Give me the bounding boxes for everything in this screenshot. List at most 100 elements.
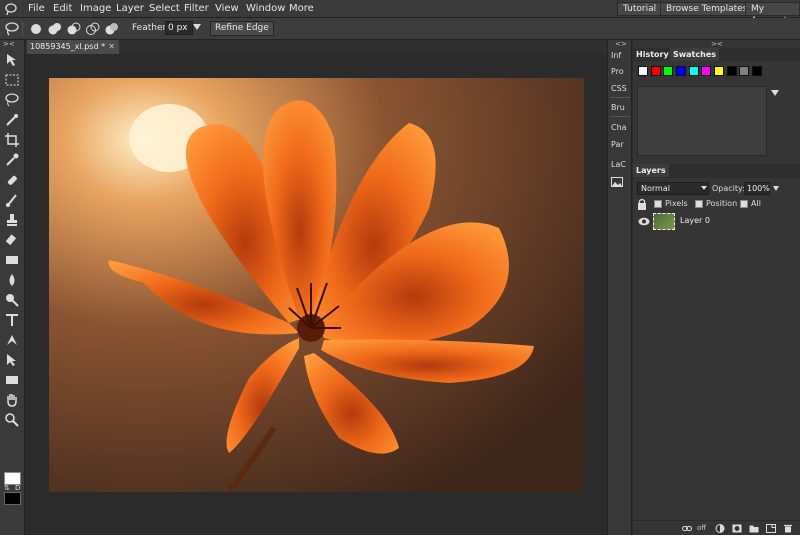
menu-more[interactable]: More — [289, 3, 314, 14]
new-layer-icon[interactable] — [766, 524, 776, 533]
close-icon[interactable]: ✕ — [108, 40, 115, 54]
swap-colors-icon[interactable]: ⇅ — [4, 484, 10, 492]
trash-icon[interactable] — [783, 524, 793, 533]
chevron-down-icon[interactable] — [701, 186, 707, 190]
layer-row[interactable]: Layer 0 — [633, 212, 800, 232]
feather-label: Feather: — [132, 23, 170, 33]
eye-icon[interactable] — [638, 217, 650, 226]
app-logo-icon[interactable] — [4, 2, 18, 16]
image-icon[interactable] — [611, 177, 623, 187]
type-tool-icon[interactable] — [4, 312, 20, 328]
divider — [610, 97, 630, 98]
blur-tool-icon[interactable] — [4, 272, 20, 288]
panel-paragraph[interactable]: Par — [611, 140, 624, 149]
swatch-blue[interactable] — [676, 66, 686, 76]
opacity-label: Opacity: — [712, 184, 745, 193]
history-list[interactable] — [637, 86, 767, 156]
path-selection-tool-icon[interactable] — [4, 352, 20, 368]
swatch-black[interactable] — [727, 66, 737, 76]
dodge-tool-icon[interactable] — [4, 292, 20, 308]
clone-stamp-tool-icon[interactable] — [4, 212, 20, 228]
adjustment-layer-icon[interactable] — [715, 524, 725, 533]
menu-view[interactable]: View — [215, 3, 239, 14]
tutorial-button[interactable]: Tutorial — [617, 2, 663, 16]
swatch-gray[interactable] — [739, 66, 749, 76]
lock-all-label: All — [751, 199, 761, 208]
panel-brush[interactable]: Bru — [611, 103, 625, 112]
brush-tool-icon[interactable] — [4, 192, 20, 208]
menu-image[interactable]: Image — [80, 3, 111, 14]
zoom-tool-icon[interactable] — [4, 412, 20, 428]
default-colors-icon[interactable]: D — [15, 484, 20, 492]
pen-tool-icon[interactable] — [4, 332, 20, 348]
lock-all-checkbox[interactable] — [740, 200, 748, 208]
opacity-input[interactable]: 100% — [744, 182, 770, 195]
menu-layer[interactable]: Layer — [116, 3, 144, 14]
toolbar-collapse-icon[interactable]: >< — [3, 40, 15, 48]
tab-layers[interactable]: Layers — [633, 164, 669, 177]
background-color-swatch[interactable] — [4, 492, 21, 505]
selection-new-icon[interactable] — [28, 22, 43, 36]
divider — [22, 22, 23, 36]
selection-subtract-icon[interactable] — [66, 22, 81, 36]
swatch-white[interactable] — [638, 66, 648, 76]
lock-position-checkbox[interactable] — [695, 200, 703, 208]
menu-filter[interactable]: Filter — [184, 3, 209, 14]
panel-character[interactable]: Cha — [611, 123, 627, 132]
mini-panel-header[interactable]: <> — [615, 40, 627, 48]
panel-properties[interactable]: Pro — [611, 67, 624, 76]
tools-panel: >< ⇅ D — [0, 40, 25, 535]
collapsed-panels-bar: <> Inf Pro CSS Bru Cha Par LaC — [607, 40, 632, 535]
quick-selection-tool-icon[interactable] — [4, 112, 20, 128]
panel-lac[interactable]: LaC — [611, 160, 626, 169]
menu-select[interactable]: Select — [149, 3, 180, 14]
feather-input[interactable] — [165, 21, 193, 35]
panel-css[interactable]: CSS — [611, 84, 627, 93]
selection-exclude-icon[interactable] — [104, 22, 119, 36]
gradient-tool-icon[interactable] — [4, 252, 20, 268]
eraser-tool-icon[interactable] — [4, 232, 20, 248]
refine-edge-button[interactable]: Refine Edge — [210, 21, 274, 36]
menu-file[interactable]: File — [28, 3, 45, 14]
lock-pixels-label: Pixels — [665, 199, 688, 208]
hand-tool-icon[interactable] — [4, 392, 20, 408]
blend-mode-select[interactable]: Normal — [637, 182, 709, 195]
folder-icon[interactable] — [749, 524, 759, 533]
opacity-dropdown-icon[interactable] — [773, 186, 779, 191]
eyedropper-tool-icon[interactable] — [4, 152, 20, 168]
right-panel-collapse-icon[interactable]: >< — [711, 40, 723, 48]
selection-intersect-icon[interactable] — [85, 22, 100, 36]
swatch-cyan[interactable] — [689, 66, 699, 76]
spot-healing-tool-icon[interactable] — [4, 172, 20, 188]
rectangle-tool-icon[interactable] — [4, 372, 20, 388]
marquee-tool-icon[interactable] — [4, 72, 20, 88]
menu-window[interactable]: Window — [246, 3, 285, 14]
swatch-black-2[interactable] — [752, 66, 762, 76]
link-layers-icon[interactable] — [682, 524, 692, 533]
layer-mask-icon[interactable] — [732, 524, 742, 533]
lasso-tool-icon[interactable] — [4, 92, 20, 108]
swatch-green[interactable] — [663, 66, 673, 76]
my-account-button[interactable]: My Account — [745, 2, 800, 26]
history-menu-icon[interactable] — [771, 90, 779, 96]
tab-swatches[interactable]: Swatches — [670, 48, 719, 61]
menu-edit[interactable]: Edit — [53, 3, 72, 14]
swatch-yellow[interactable] — [714, 66, 724, 76]
document-tab[interactable]: 10859345_xl.psd * ✕ — [27, 40, 119, 54]
swatch-magenta[interactable] — [701, 66, 711, 76]
tab-history[interactable]: History — [633, 48, 672, 61]
swatch-red[interactable] — [651, 66, 661, 76]
browse-templates-button[interactable]: Browse Templates — [660, 2, 754, 16]
menu-bar: File Edit Image Layer Select Filter View… — [0, 0, 800, 26]
layer-thumbnail — [653, 213, 675, 230]
lock-pixels-checkbox[interactable] — [654, 200, 662, 208]
feather-dropdown-icon[interactable] — [193, 24, 201, 30]
selection-add-icon[interactable] — [47, 22, 62, 36]
lasso-icon[interactable] — [4, 21, 20, 37]
move-tool-icon[interactable] — [4, 52, 20, 68]
layers-footer: off — [633, 520, 800, 535]
crop-tool-icon[interactable] — [4, 132, 20, 148]
canvas-image[interactable] — [49, 78, 584, 492]
panel-info[interactable]: Inf — [611, 51, 621, 60]
layer-style-toggle[interactable]: off — [697, 524, 706, 532]
